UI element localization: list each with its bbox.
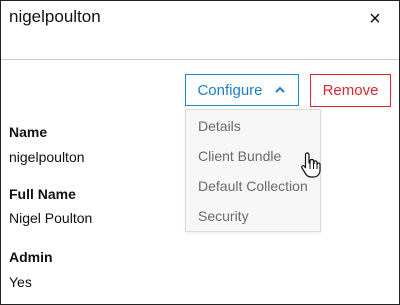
- menu-item-security[interactable]: Security: [186, 201, 320, 231]
- close-icon[interactable]: ×: [363, 7, 387, 31]
- field-label-name: Name: [9, 124, 48, 140]
- field-value-admin: Yes: [9, 274, 32, 290]
- field-value-name: nigelpoulton: [9, 149, 85, 165]
- remove-button[interactable]: Remove: [310, 74, 391, 107]
- hand-pointer-cursor-icon: [299, 151, 323, 179]
- panel-title: nigelpoulton: [9, 7, 101, 26]
- menu-item-details[interactable]: Details: [186, 111, 320, 141]
- field-label-full-name: Full Name: [9, 186, 76, 202]
- field-value-full-name: Nigel Poulton: [9, 210, 93, 226]
- configure-button[interactable]: Configure: [185, 74, 299, 106]
- user-details-panel: nigelpoulton × Configure Remove Name nig…: [0, 0, 400, 305]
- chevron-up-icon: [273, 83, 287, 97]
- configure-button-label: Configure: [197, 81, 263, 99]
- field-label-admin: Admin: [9, 249, 53, 265]
- panel-header: nigelpoulton ×: [1, 1, 399, 60]
